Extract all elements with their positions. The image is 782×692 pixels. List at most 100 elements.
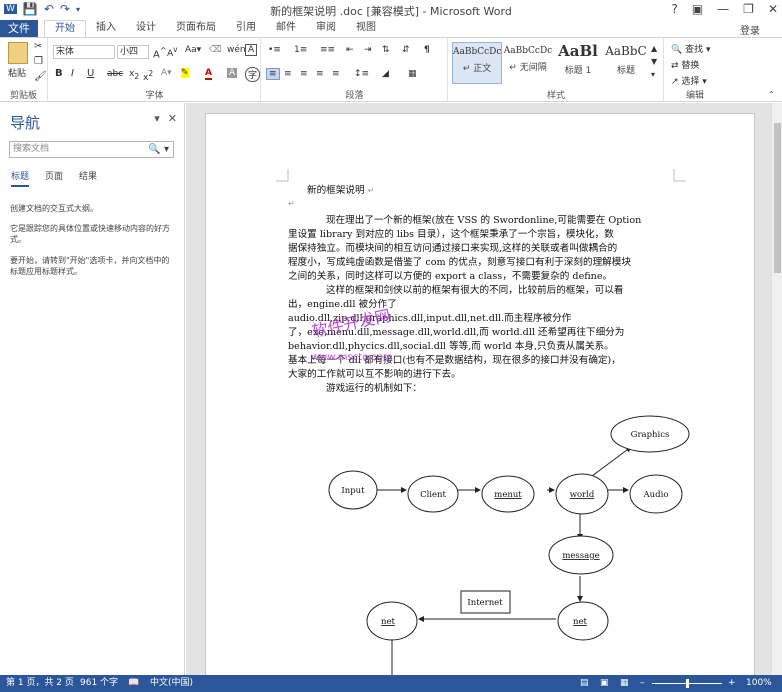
font-size-combo[interactable]: 小四 [117,45,149,59]
tab-mailings[interactable]: 邮件 [266,20,306,37]
nav-close-icon[interactable]: ✕ [168,112,177,125]
tab-view[interactable]: 视图 [346,20,386,37]
edge-world-graphics [591,446,632,477]
style-heading1[interactable]: AaBl 标题 1 [553,42,603,84]
shrink-font-icon[interactable]: Av [167,45,178,59]
decrease-indent-icon[interactable]: ⇤ [346,45,354,55]
restore-icon[interactable]: ❐ [743,2,754,16]
paste-button[interactable]: 粘贴 [8,66,26,79]
align-center-icon[interactable]: ≡ [284,69,292,79]
bullets-icon[interactable]: •≡ [268,45,281,55]
align-left-icon[interactable]: ≡ [266,68,280,80]
nav-options-icon[interactable]: ▾ [154,112,160,125]
nav-hint-1: 创建文档的交互式大纲。 [10,204,98,213]
char-border-icon[interactable]: A [245,44,258,56]
format-painter-icon[interactable]: 🖌 [34,71,47,82]
signin-link[interactable]: 登录 [740,22,760,37]
borders-icon[interactable]: ▦ [408,69,417,79]
replace-button[interactable]: ⇄ 替换 [671,58,699,71]
cut-icon[interactable]: ✂ [34,41,42,52]
grow-font-icon[interactable]: A^ [153,45,167,60]
flow-diagram[interactable]: Input Client menut world Audio Graphics … [206,114,756,675]
status-language[interactable]: 中文(中国) [150,675,193,692]
replace-label: 替换 [681,61,700,71]
shading-icon[interactable]: ◢ [382,69,389,79]
window-title: 新的框架说明 .doc [兼容模式] - Microsoft Word [270,5,512,18]
document-area[interactable]: 新的框架说明 ↵ ↵ 现在理出了一个新的框架(放在 VSS 的 Swordonl… [186,103,771,675]
style-title[interactable]: AaBbC 标题 [601,42,651,84]
phonetic-guide-icon[interactable]: wén [227,45,246,55]
proofing-icon[interactable]: 📖 [128,675,139,692]
copy-icon[interactable]: ❐ [34,56,43,67]
tab-layout[interactable]: 页面布局 [166,20,226,37]
clipboard-label: 剪贴板 [9,91,37,101]
minimize-icon[interactable]: — [717,2,729,16]
select-button[interactable]: ↗ 选择 ▾ [671,74,707,87]
tab-home[interactable]: 开始 [44,20,86,37]
ribbon-options-icon[interactable]: ▣ [692,2,703,16]
nav-tab-results[interactable]: 结果 [79,169,97,187]
collapse-ribbon-icon[interactable]: ⌃ [768,90,775,99]
nav-hint-3: 要开始，请转到"开始"选项卡，并向文档中的标题应用标题样式。 [10,256,170,276]
select-label: 选择 [681,77,700,87]
nav-search-input[interactable]: 搜索文档 🔍 ▾ [9,141,174,158]
style-normal-name: ↵ 正文 [462,64,492,74]
tab-references[interactable]: 引用 [226,20,266,37]
font-color-icon[interactable]: A [205,68,212,80]
styles-scroll-icon[interactable]: ▲ ▼ ▾ [651,42,657,81]
nav-tab-pages[interactable]: 页面 [45,169,63,187]
document-page[interactable]: 新的框架说明 ↵ ↵ 现在理出了一个新的框架(放在 VSS 的 Swordonl… [205,113,755,675]
read-mode-icon[interactable]: ▤ [580,675,589,692]
highlight-icon[interactable]: ✎ [181,68,189,78]
search-icon[interactable]: 🔍 ▾ [148,142,169,157]
zoom-level[interactable]: 100% [746,675,772,692]
title-bar: W 💾 ↶ ↷ ▾ 新的框架说明 .doc [兼容模式] - Microsoft… [0,0,782,20]
style-normal[interactable]: AaBbCcDc ↵ 正文 [452,42,502,84]
window-controls: ? ▣ — ❐ ✕ [671,2,778,16]
bold-icon[interactable]: B [55,68,63,79]
style-no-spacing[interactable]: AaBbCcDc ↵ 无间隔 [503,42,553,84]
sort-icon[interactable]: ⇵ [402,45,410,55]
close-icon[interactable]: ✕ [768,2,778,16]
style-heading1-name: 标题 1 [564,66,592,76]
align-right-icon[interactable]: ≡ [300,69,308,79]
find-button[interactable]: 🔍 查找 ▾ [671,42,711,55]
numbering-icon[interactable]: 1≡ [294,45,307,55]
web-layout-icon[interactable]: ▦ [620,675,629,692]
text-effects-icon[interactable]: A▾ [161,68,172,78]
tab-file[interactable]: 文件 [0,20,38,37]
subscript-icon[interactable]: x2 [129,69,139,81]
scrollbar-thumb[interactable] [774,123,781,273]
distribute-icon[interactable]: ≡ [332,69,340,79]
zoom-slider-thumb[interactable] [686,679,689,688]
enclose-char-icon[interactable]: 字 [245,67,261,82]
show-marks-icon[interactable]: ¶ [424,45,430,55]
paste-icon[interactable] [8,42,28,64]
superscript-icon[interactable]: x2 [143,69,153,83]
help-icon[interactable]: ? [671,2,677,16]
font-label: 字体 [145,91,164,101]
change-case-icon[interactable]: Aa▾ [185,45,201,55]
char-shading-icon[interactable]: A [227,68,238,78]
zoom-in-icon[interactable]: + [728,675,736,692]
strikethrough-icon[interactable]: abc [107,69,123,79]
clear-format-icon[interactable]: ⌫ [209,45,222,55]
line-spacing-icon[interactable]: ↕≡ [354,69,369,79]
multilevel-icon[interactable]: ≡≡ [320,45,335,55]
print-layout-icon[interactable]: ▣ [600,675,609,692]
chinese-layout-icon[interactable]: ⇅ [382,45,390,55]
justify-icon[interactable]: ≡ [316,69,324,79]
nav-search-placeholder: 搜索文档 [13,144,50,154]
tab-review[interactable]: 审阅 [306,20,346,37]
nav-tab-headings[interactable]: 标题 [11,169,29,187]
vertical-scrollbar[interactable] [771,103,782,675]
underline-icon[interactable]: U [87,68,94,79]
tab-design[interactable]: 设计 [126,20,166,37]
zoom-out-icon[interactable]: – [640,675,645,692]
tab-insert[interactable]: 插入 [86,20,126,37]
font-name-combo[interactable]: 宋体 [53,45,115,59]
status-page[interactable]: 第 1 页，共 2 页 [6,675,74,692]
italic-icon[interactable]: I [71,68,74,79]
status-words[interactable]: 961 个字 [80,675,118,692]
increase-indent-icon[interactable]: ⇥ [364,45,372,55]
